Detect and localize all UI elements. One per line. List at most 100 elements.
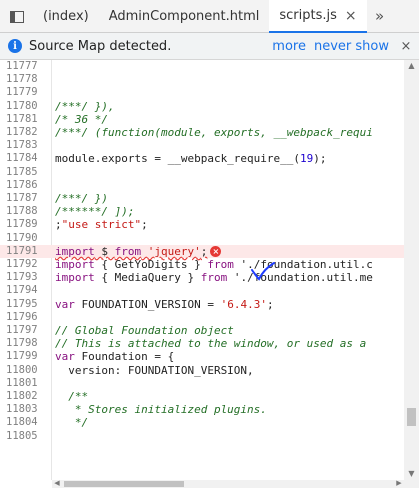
line-number[interactable]: 11802 <box>6 390 46 403</box>
tab-label: scripts.js <box>279 8 337 23</box>
horizontal-scrollbar[interactable]: ◀ ▶ <box>52 479 404 488</box>
code-line: 11787 /***/ }) <box>0 192 404 205</box>
code-line: 11804 */ <box>0 416 404 429</box>
code-line: 11803 * Stores initialized plugins. <box>0 403 404 416</box>
code-line-error: 11791 import $ from 'jquery'; × <box>0 244 404 258</box>
code-line: 11778 <box>0 73 404 86</box>
code-line: 11786 <box>0 179 404 192</box>
code-line: 11780 /***/ }), <box>0 100 404 113</box>
code-text: // Global Foundation object <box>55 324 234 337</box>
line-number[interactable]: 11782 <box>6 126 46 139</box>
code-line: 11795 var FOUNDATION_VERSION = '6.4.3'; <box>0 298 404 311</box>
info-icon: i <box>8 39 22 53</box>
tab-admin-component[interactable]: AdminComponent.html <box>99 0 270 33</box>
line-number[interactable]: 11783 <box>6 139 46 152</box>
sidebar-toggle-icon <box>9 10 24 23</box>
line-number[interactable]: 11788 <box>6 205 46 218</box>
more-link[interactable]: more <box>272 39 306 54</box>
line-number[interactable]: 11794 <box>6 284 46 297</box>
code-text: */ <box>55 416 89 430</box>
line-number[interactable]: 11779 <box>6 86 46 99</box>
line-number[interactable]: 11805 <box>6 430 46 443</box>
code-editor[interactable]: 11777 11778 11779 11780 /***/ }), 11781 /* 36 … <box>0 60 404 480</box>
code-line: 11790 <box>0 232 404 245</box>
code-text: module.exports = __webpack_require__(19)… <box>55 152 327 166</box>
line-number[interactable]: 11778 <box>6 73 46 86</box>
tab-label: (index) <box>43 9 89 24</box>
code-text: * Stores initialized plugins. <box>55 403 267 417</box>
line-number[interactable]: 11791 <box>6 245 46 258</box>
code-text: var Foundation = { <box>55 350 175 364</box>
code-line: 11805 <box>0 430 404 443</box>
code-line: 11802 /** <box>0 390 404 403</box>
line-number[interactable]: 11800 <box>6 364 46 377</box>
line-number[interactable]: 11777 <box>6 60 46 73</box>
line-number[interactable]: 11796 <box>6 311 46 324</box>
code-line: 11792 import { GetYoDigits } from './foun… <box>0 258 404 271</box>
code-text: /* 36 */ <box>55 112 108 126</box>
code-line: 11777 <box>0 60 404 73</box>
line-number[interactable]: 11799 <box>6 350 46 363</box>
line-number[interactable]: 11785 <box>6 166 46 179</box>
code-line: 11799 var Foundation = { <box>0 350 404 363</box>
horizontal-scrollbar-thumb[interactable] <box>64 481 184 487</box>
code-text: /***/ }), <box>55 99 115 113</box>
code-line: 11800 version: FOUNDATION_VERSION, <box>0 364 404 377</box>
line-number[interactable]: 11798 <box>6 337 46 350</box>
vertical-scrollbar[interactable]: ▲ ▼ <box>404 60 419 480</box>
line-number[interactable]: 11790 <box>6 232 46 245</box>
line-number[interactable]: 11795 <box>6 298 46 311</box>
code-line: 11779 <box>0 86 404 99</box>
code-line: 11783 <box>0 139 404 152</box>
line-number[interactable]: 11801 <box>6 377 46 390</box>
line-number[interactable]: 11784 <box>6 152 46 165</box>
scroll-left-icon[interactable]: ◀ <box>52 479 62 487</box>
code-line: 11785 <box>0 166 404 179</box>
code-line: 11794 <box>0 284 404 297</box>
gutter-bottom <box>0 480 52 488</box>
line-number[interactable]: 11793 <box>6 271 46 284</box>
line-number[interactable]: 11792 <box>6 258 46 271</box>
line-number[interactable]: 11786 <box>6 179 46 192</box>
code-line: 11798 // This is attached to the window, … <box>0 337 404 350</box>
code-line: 11782 /***/ (function(module, exports, __… <box>0 126 404 139</box>
close-infobar-icon[interactable]: × <box>397 39 415 54</box>
tab-index[interactable]: (index) <box>33 0 99 33</box>
code-line: 11797 // Global Foundation object <box>0 324 404 337</box>
line-number[interactable]: 11804 <box>6 416 46 429</box>
code-text: var FOUNDATION_VERSION = '6.4.3'; <box>55 297 274 311</box>
vertical-scrollbar-thumb[interactable] <box>407 408 416 426</box>
line-number[interactable]: 11789 <box>6 218 46 231</box>
tab-scripts-js[interactable]: scripts.js × <box>269 0 367 33</box>
line-number[interactable]: 11803 <box>6 403 46 416</box>
code-line: 11796 <box>0 311 404 324</box>
code-text: /** <box>55 390 89 403</box>
line-number[interactable]: 11780 <box>6 100 46 113</box>
code-text: ;"use strict"; <box>55 218 148 232</box>
scroll-right-icon[interactable]: ▶ <box>394 479 404 487</box>
code-text: import { GetYoDigits } from './foundatio… <box>55 258 373 271</box>
infobar-message: Source Map detected. <box>29 38 172 54</box>
code-text: version: FOUNDATION_VERSION, <box>55 363 254 377</box>
code-line: 11793 import { MediaQuery } from './found… <box>0 271 404 284</box>
toggle-navigator-icon[interactable] <box>0 0 33 33</box>
code-text: /******/ ]); <box>55 205 135 219</box>
tab-overflow-icon[interactable]: » <box>367 0 393 32</box>
tab-label: AdminComponent.html <box>108 9 260 24</box>
line-number[interactable]: 11797 <box>6 324 46 337</box>
code-text: // This is attached to the window, or us… <box>55 337 367 351</box>
handwritten-checkmark-icon <box>251 262 275 281</box>
scroll-up-icon[interactable]: ▲ <box>404 60 419 72</box>
line-number[interactable]: 11781 <box>6 113 46 126</box>
error-icon[interactable]: × <box>210 246 222 258</box>
code-line: 11801 <box>0 377 404 390</box>
tab-bar: (index) AdminComponent.html scripts.js ×… <box>0 0 419 33</box>
line-number[interactable]: 11787 <box>6 192 46 205</box>
code-text: import { MediaQuery } from './foundation… <box>55 271 373 285</box>
code-line: 11789 ;"use strict"; <box>0 218 404 231</box>
code-line: 11781 /* 36 */ <box>0 113 404 126</box>
close-tab-icon[interactable]: × <box>345 8 357 24</box>
scrollbar-corner <box>404 480 419 488</box>
never-show-link[interactable]: never show <box>314 39 389 54</box>
scroll-down-icon[interactable]: ▼ <box>404 468 419 480</box>
